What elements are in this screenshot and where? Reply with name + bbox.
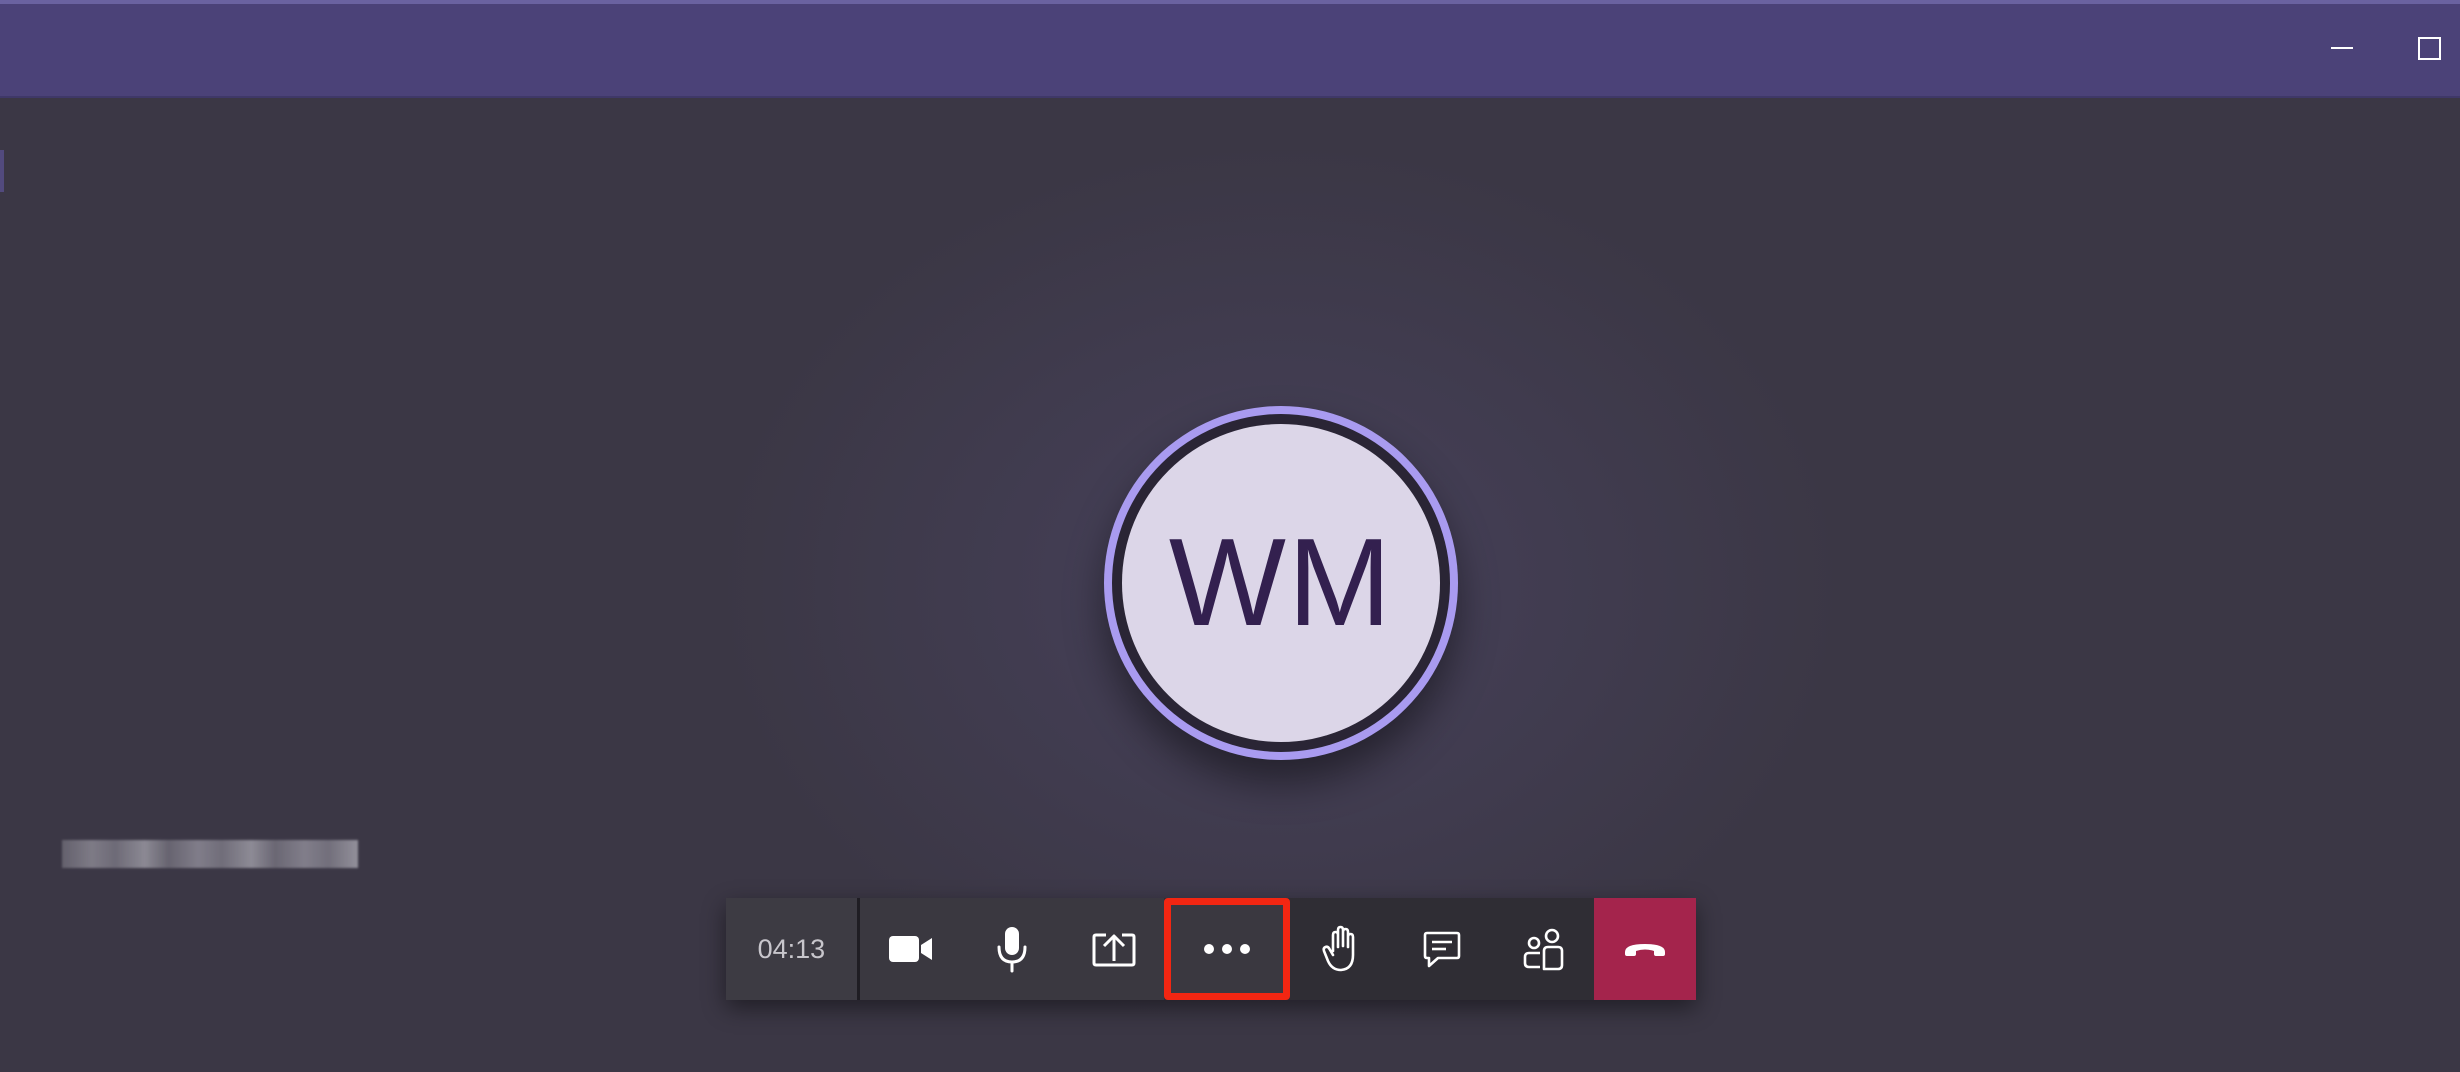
microphone-button[interactable] [961,898,1063,1000]
title-bar-top-strip [0,0,2460,4]
call-timer-text: 04:13 [757,933,826,964]
participant-avatar: WM [1122,424,1440,742]
people-icon [1523,928,1563,971]
call-controls-bar: 04:13 [726,898,1696,1000]
raise-hand-button[interactable] [1290,898,1392,1000]
participant-name-redacted [62,840,358,868]
participants-button[interactable] [1493,898,1595,1000]
more-actions-button[interactable] [1164,898,1290,1000]
title-bar [0,0,2460,98]
share-tray-icon [1092,933,1136,967]
participant-avatar-ring: WM [1104,406,1458,760]
call-timer: 04:13 [726,898,860,1000]
maximize-button[interactable] [2402,22,2458,74]
maximize-icon [2418,37,2441,60]
hang-up-button[interactable] [1594,898,1696,1000]
chat-button[interactable] [1391,898,1493,1000]
left-edge-marker [0,150,4,192]
meeting-window: WM 04:13 [0,0,2460,1072]
more-dots-icon [1204,944,1251,954]
video-camera-icon [888,936,932,962]
minimize-icon [2331,47,2353,49]
phone-hangup-icon [1625,944,1666,956]
microphone-icon [997,927,1027,973]
camera-button[interactable] [859,898,962,1000]
share-screen-button[interactable] [1062,898,1165,1000]
chat-icon [1423,931,1461,968]
minimize-button[interactable] [2314,22,2370,74]
hand-icon [1321,925,1354,972]
participant-initials: WM [1168,514,1394,652]
